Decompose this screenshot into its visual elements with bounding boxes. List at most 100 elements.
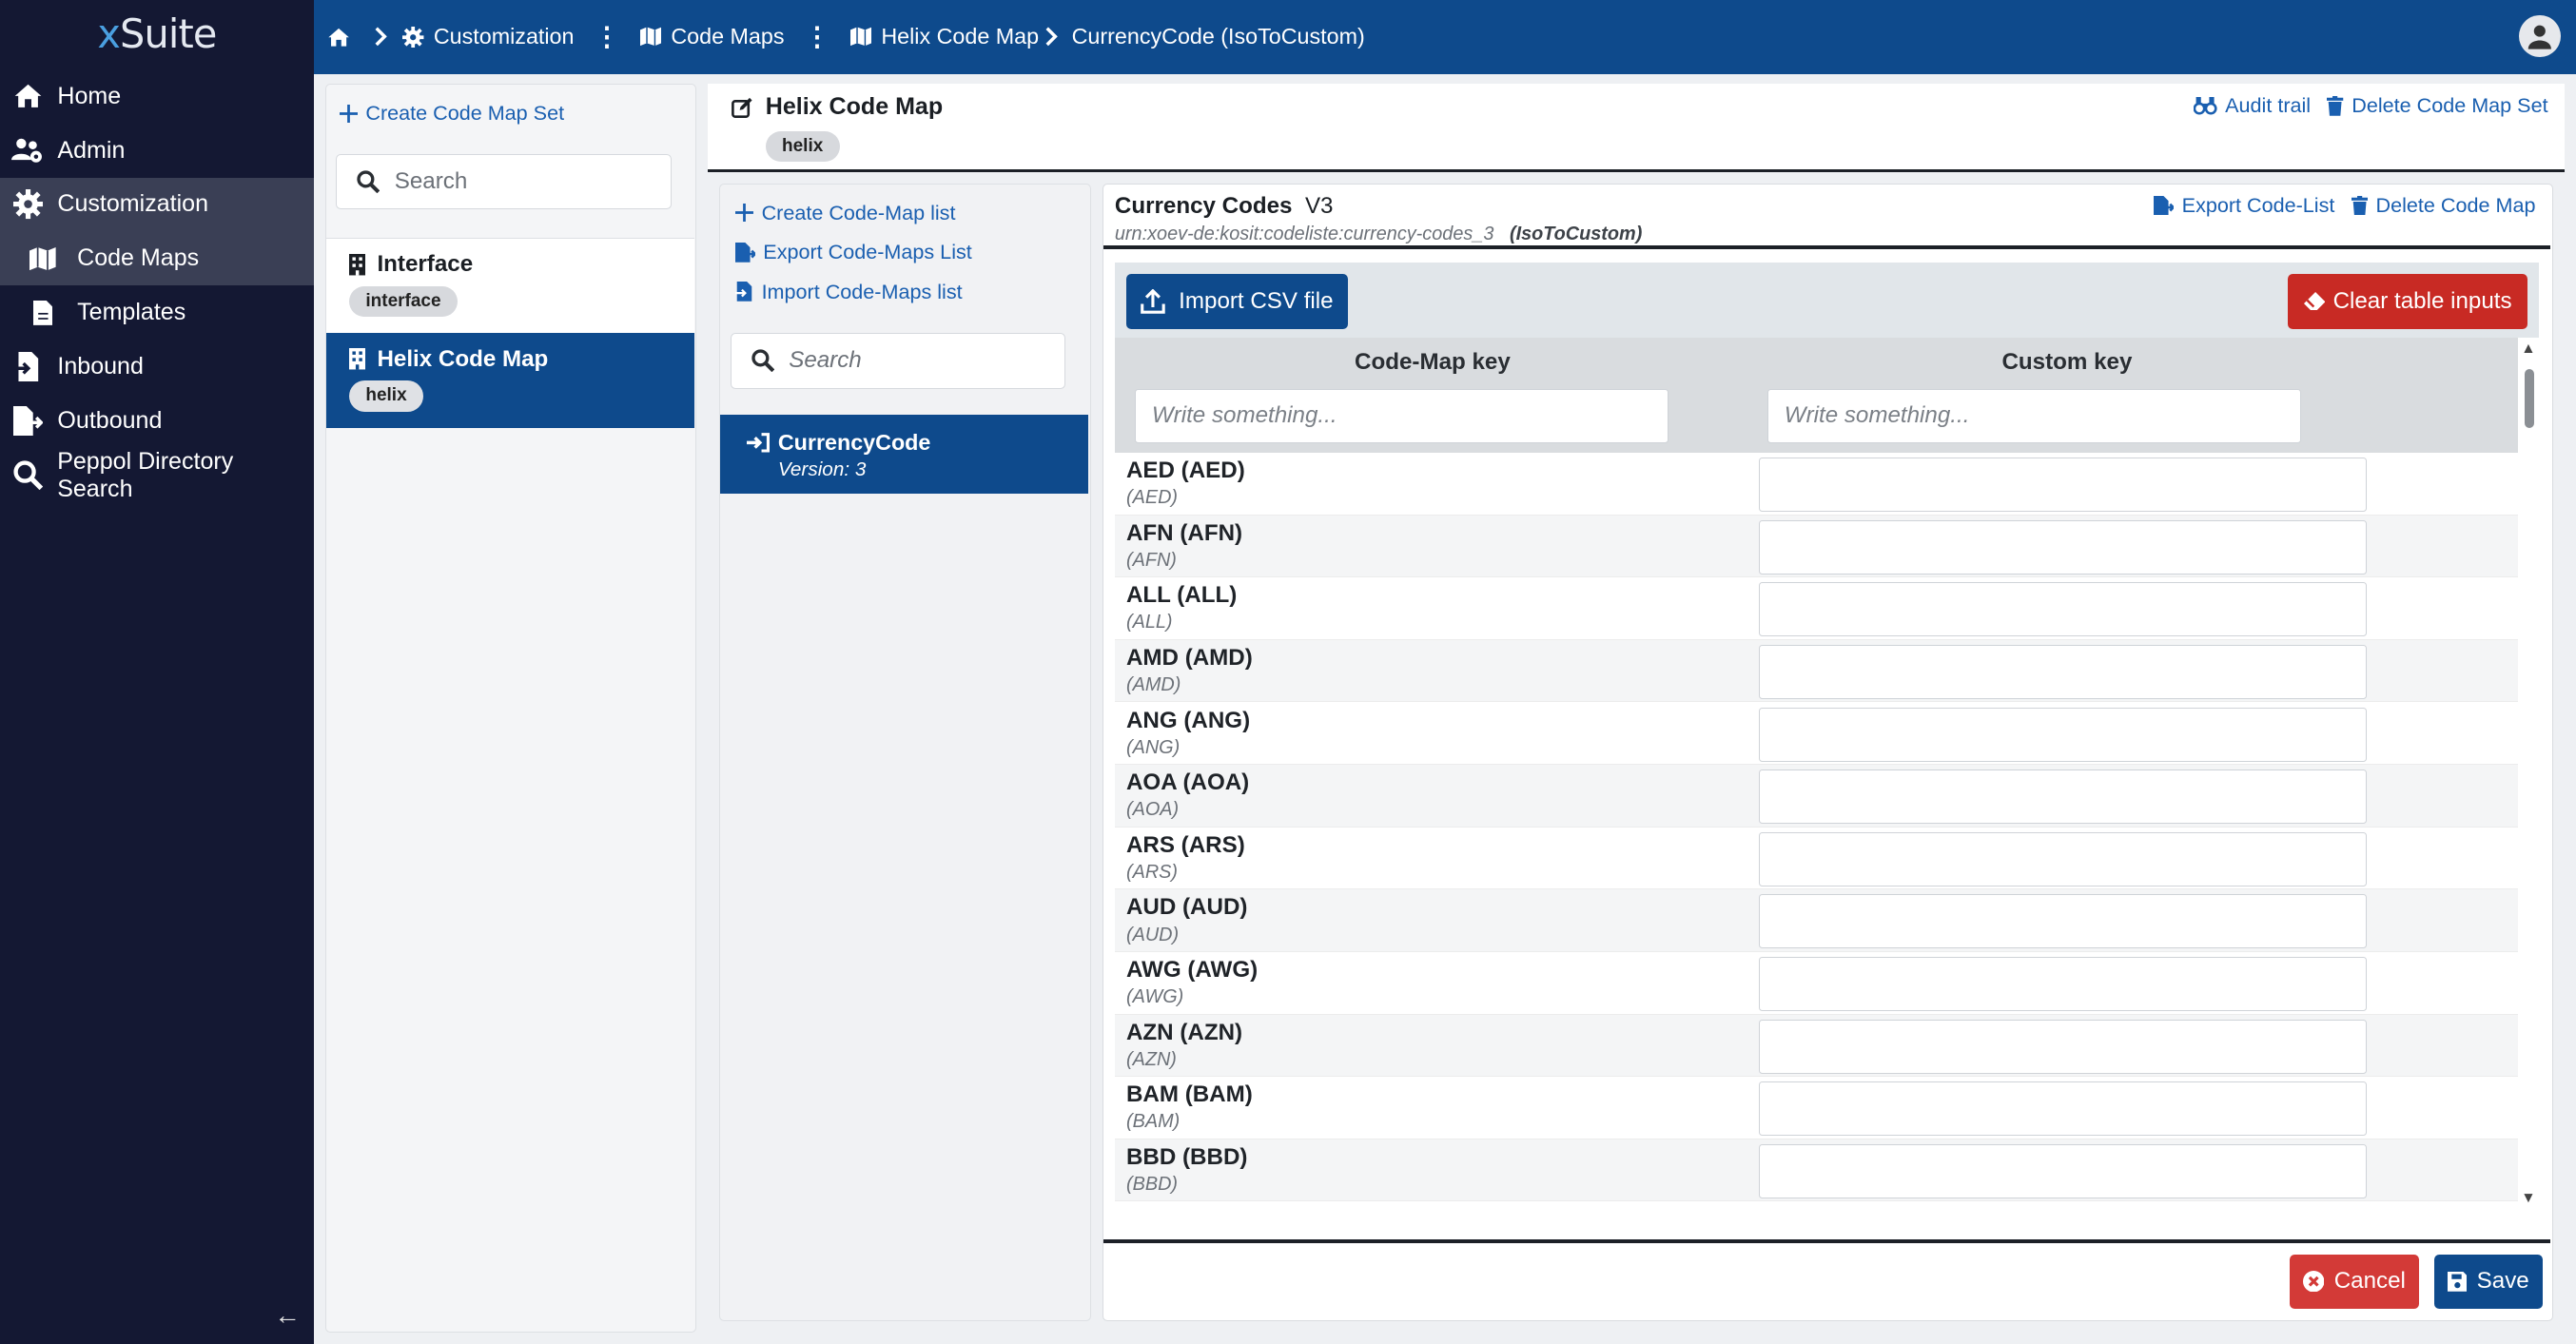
code-map-version: Version: 3 bbox=[777, 458, 867, 481]
code-map-key: ALL (ALL) bbox=[1125, 582, 1238, 609]
sidebar-item-outbound[interactable]: Outbound bbox=[0, 394, 314, 448]
top-bar: Customization ⋮ Code Maps ⋮ Helix Code M… bbox=[313, 0, 2576, 74]
code-map-key-code: (AWG) bbox=[1125, 986, 1184, 1008]
file-export-icon bbox=[2154, 195, 2175, 216]
sidebar-item-label: Code Maps bbox=[77, 244, 200, 272]
create-code-map-list-button[interactable]: Create Code-Map list bbox=[734, 193, 1090, 232]
breadcrumb-code-maps[interactable]: Code Maps bbox=[639, 24, 785, 49]
clear-table-inputs-label: Clear table inputs bbox=[2332, 288, 2512, 314]
more-vertical-icon[interactable]: ⋮ bbox=[804, 21, 830, 52]
sidebar-item-label: Outbound bbox=[57, 407, 163, 435]
custom-key-input[interactable] bbox=[1758, 1143, 2367, 1198]
clear-table-inputs-button[interactable]: Clear table inputs bbox=[2287, 273, 2528, 330]
sidebar-item-templates[interactable]: Templates bbox=[0, 285, 314, 340]
export-code-list-button[interactable]: Export Code-List bbox=[2154, 193, 2334, 218]
code-map-key-code: (ARS) bbox=[1125, 861, 1179, 883]
collapse-sidebar-button[interactable]: ← bbox=[274, 1300, 301, 1331]
file-export-icon bbox=[10, 405, 46, 438]
import-csv-button[interactable]: Import CSV file bbox=[1125, 273, 1349, 330]
breadcrumb-label: Code Maps bbox=[671, 24, 785, 49]
cancel-button[interactable]: Cancel bbox=[2289, 1254, 2420, 1309]
tag-badge: helix bbox=[765, 131, 840, 163]
code-map-key: AMD (AMD) bbox=[1125, 644, 1253, 671]
custom-key-input[interactable] bbox=[1758, 894, 2367, 949]
code-map-list-item-selected[interactable]: CurrencyCode Version: 3 bbox=[720, 415, 1089, 495]
sidebar-item-home[interactable]: Home bbox=[0, 69, 314, 124]
sidebar: x Suite Home Admin Customization Code Map… bbox=[0, 0, 314, 1344]
breadcrumb-home[interactable] bbox=[327, 27, 361, 48]
building-icon bbox=[349, 348, 366, 370]
create-code-map-set-button[interactable]: Create Code Map Set bbox=[339, 101, 564, 126]
breadcrumb-customization[interactable]: Customization bbox=[402, 24, 574, 49]
gear-icon bbox=[402, 26, 424, 49]
delete-code-map-set-label: Delete Code Map Set bbox=[2352, 93, 2548, 118]
sidebar-item-code-maps[interactable]: Code Maps bbox=[0, 231, 314, 286]
custom-key-input[interactable] bbox=[1758, 957, 2367, 1012]
sidebar-item-inbound[interactable]: Inbound bbox=[0, 340, 314, 394]
scroll-down-icon[interactable]: ▼ bbox=[2521, 1190, 2535, 1207]
import-code-maps-list-label: Import Code-Maps list bbox=[761, 279, 963, 303]
table-row: AED (AED) (AED) bbox=[1114, 453, 2518, 516]
code-map-set-name: Helix Code Map bbox=[377, 345, 549, 372]
export-code-maps-list-label: Export Code-Maps List bbox=[763, 240, 972, 264]
edit-icon[interactable] bbox=[731, 97, 752, 118]
sidebar-item-label: Customization bbox=[57, 190, 209, 218]
export-code-maps-list-button[interactable]: Export Code-Maps List bbox=[734, 232, 1090, 271]
search-icon bbox=[10, 459, 46, 493]
more-vertical-icon[interactable]: ⋮ bbox=[594, 21, 620, 52]
code-map-key-code: (BAM) bbox=[1125, 1111, 1181, 1133]
code-map-set-item-selected[interactable]: Helix Code Map helix bbox=[325, 332, 694, 428]
scrollbar-thumb[interactable] bbox=[2524, 368, 2535, 428]
breadcrumb-code-map[interactable]: Helix Code Map bbox=[849, 24, 1039, 49]
code-map-set-item[interactable]: Interface interface bbox=[325, 237, 694, 333]
building-icon bbox=[349, 254, 366, 276]
code-map-key-filter-input[interactable]: Write something... bbox=[1134, 388, 1669, 443]
save-button[interactable]: Save bbox=[2433, 1254, 2543, 1309]
map-icon bbox=[639, 27, 661, 47]
table-row: ALL (ALL) (ALL) bbox=[1114, 577, 2518, 640]
custom-key-filter-input[interactable]: Write something... bbox=[1766, 388, 2301, 443]
page-title-text: Helix Code Map bbox=[765, 93, 944, 121]
user-avatar[interactable] bbox=[2518, 14, 2562, 58]
sidebar-item-peppol-directory-search[interactable]: Peppol Directory Search bbox=[0, 448, 314, 502]
scroll-up-icon[interactable]: ▲ bbox=[2521, 341, 2535, 358]
custom-key-input[interactable] bbox=[1758, 458, 2367, 513]
custom-key-input[interactable] bbox=[1758, 582, 2367, 637]
upload-icon bbox=[1141, 289, 1166, 314]
mapping-direction: (IsoToCustom) bbox=[1509, 223, 1643, 244]
code-map-editor: Currency Codes V3 urn:xoev-de:kosit:code… bbox=[1102, 184, 2553, 1321]
custom-key-input[interactable] bbox=[1758, 1019, 2367, 1074]
file-export-icon bbox=[734, 242, 755, 263]
sidebar-item-label: Templates bbox=[77, 299, 186, 326]
custom-key-input[interactable] bbox=[1758, 1081, 2367, 1137]
column-header-custom-key: Custom key bbox=[2001, 349, 2133, 376]
chevron-right-icon bbox=[1045, 27, 1059, 47]
table-row: AZN (AZN) (AZN) bbox=[1114, 1014, 2518, 1078]
table-row: ANG (ANG) (ANG) bbox=[1114, 702, 2518, 766]
home-icon bbox=[10, 80, 46, 113]
audit-trail-label: Audit trail bbox=[2225, 93, 2312, 118]
code-map-key: AFN (AFN) bbox=[1125, 519, 1243, 546]
import-code-maps-list-button[interactable]: Import Code-Maps list bbox=[734, 272, 1090, 311]
code-map-key-code: (AED) bbox=[1125, 487, 1179, 509]
audit-trail-button[interactable]: Audit trail bbox=[2194, 93, 2311, 118]
code-map-key-code: (ANG) bbox=[1125, 736, 1181, 758]
user-icon bbox=[2527, 25, 2552, 49]
custom-key-input[interactable] bbox=[1758, 831, 2367, 886]
code-maps-search-input[interactable]: Search bbox=[730, 332, 1066, 389]
custom-key-input[interactable] bbox=[1758, 769, 2367, 825]
xsuite-logo[interactable]: x Suite bbox=[0, 0, 314, 69]
code-map-set-header: Helix Code Map helix Audit trail Delete … bbox=[708, 84, 2565, 173]
table-scrollbar[interactable]: ▲ ▼ bbox=[2519, 341, 2539, 1205]
code-map-key: AZN (AZN) bbox=[1125, 1019, 1243, 1045]
delete-code-map-button[interactable]: Delete Code Map bbox=[2351, 193, 2535, 218]
custom-key-input[interactable] bbox=[1758, 707, 2367, 762]
sets-search-input[interactable]: Search bbox=[336, 153, 672, 210]
code-map-key-code: (AMD) bbox=[1125, 674, 1181, 696]
sidebar-item-customization[interactable]: Customization bbox=[0, 177, 314, 232]
divider bbox=[1103, 1239, 2551, 1243]
sidebar-item-admin[interactable]: Admin bbox=[0, 124, 314, 178]
custom-key-input[interactable] bbox=[1758, 644, 2367, 699]
custom-key-input[interactable] bbox=[1758, 519, 2367, 575]
delete-code-map-set-button[interactable]: Delete Code Map Set bbox=[2327, 93, 2548, 118]
